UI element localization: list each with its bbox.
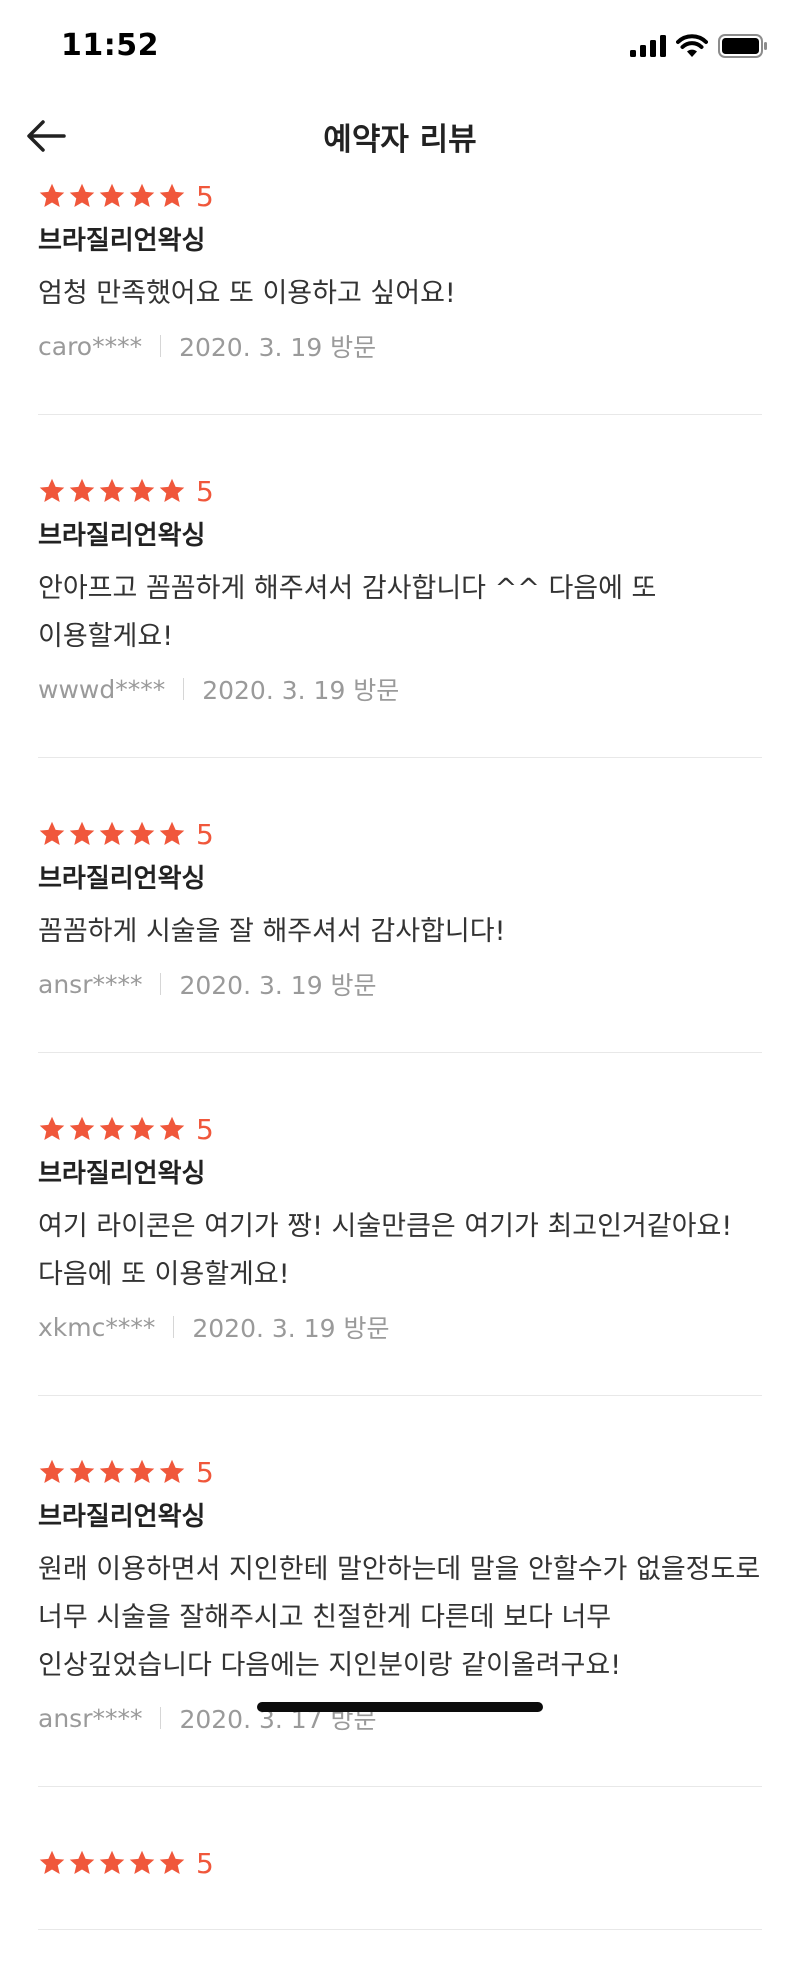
review-item: 5 브라질리언왁싱 여기 라이콘은 여기가 짱! 시술만큼은 여기가 최고인거같…	[0, 1103, 800, 1396]
star-icon	[159, 1459, 185, 1483]
reviewer-id: caro****	[38, 331, 143, 361]
star-icon	[39, 1116, 65, 1140]
home-indicator[interactable]	[257, 1702, 543, 1712]
meta-divider	[160, 1707, 162, 1729]
rating-row: 5	[38, 473, 762, 509]
star-icon	[99, 1459, 125, 1483]
review-item: 5	[0, 1837, 800, 1930]
star-icon	[99, 821, 125, 845]
visit-date: 2020. 3. 19 방문	[179, 971, 377, 1000]
header: 예약자 리뷰	[0, 96, 800, 180]
star-icon	[99, 478, 125, 502]
rating-value: 5	[196, 817, 214, 851]
star-icon	[129, 821, 155, 845]
wifi-icon	[676, 34, 708, 57]
review-item: 5 브라질리언왁싱 꼼꼼하게 시술을 잘 해주셔서 감사합니다! ansr***…	[0, 808, 800, 1053]
rating-row: 5	[38, 178, 762, 214]
star-icon	[69, 1116, 95, 1140]
star-icon	[69, 183, 95, 207]
star-icon	[39, 821, 65, 845]
page-title: 예약자 리뷰	[323, 122, 477, 158]
status-time: 11:52	[61, 28, 159, 63]
meta-divider	[160, 973, 162, 995]
star-icon	[99, 183, 125, 207]
service-name: 브라질리언왁싱	[38, 864, 206, 894]
review-text: 원래 이용하면서 지인한테 말안하는데 말을 안할수가 없을정도로 너무 시술을…	[38, 1554, 761, 1681]
review-meta: caro**** 2020. 3. 19 방문	[38, 326, 762, 366]
meta-divider	[183, 678, 185, 700]
star-icon	[159, 183, 185, 207]
review-meta: xkmc**** 2020. 3. 19 방문	[38, 1307, 762, 1347]
star-icon	[159, 478, 185, 502]
service-name: 브라질리언왁싱	[38, 521, 206, 551]
star-icon	[129, 478, 155, 502]
rating-value: 5	[196, 474, 214, 508]
review-text: 안아프고 꼼꼼하게 해주셔서 감사합니다 ^^ 다음에 또 이용할게요!	[38, 573, 657, 652]
review-meta: wwwd**** 2020. 3. 19 방문	[38, 669, 762, 709]
review-item: 5 브라질리언왁싱 안아프고 꼼꼼하게 해주셔서 감사합니다 ^^ 다음에 또 …	[0, 465, 800, 758]
star-icon	[39, 478, 65, 502]
reviewer-id: xkmc****	[38, 1312, 156, 1342]
rating-value: 5	[196, 1112, 214, 1146]
star-rating	[38, 1458, 186, 1486]
star-icon	[69, 478, 95, 502]
visit-date: 2020. 3. 19 방문	[179, 333, 377, 362]
battery-icon	[718, 34, 767, 58]
rating-row: 5	[38, 1111, 762, 1147]
star-icon	[129, 183, 155, 207]
star-icon	[99, 1116, 125, 1140]
star-icon	[129, 1459, 155, 1483]
star-rating	[38, 820, 186, 848]
status-bar: 11:52	[0, 0, 800, 96]
review-text: 여기 라이콘은 여기가 짱! 시술만큼은 여기가 최고인거같아요! 다음에 또 …	[38, 1211, 733, 1290]
rating-row: 5	[38, 1845, 762, 1881]
meta-divider	[160, 335, 162, 357]
reviewer-id: wwwd****	[38, 674, 166, 704]
service-name: 브라질리언왁싱	[38, 1502, 206, 1532]
star-icon	[69, 821, 95, 845]
status-icons	[630, 34, 768, 58]
star-icon	[129, 1850, 155, 1874]
review-text: 꼼꼼하게 시술을 잘 해주셔서 감사합니다!	[38, 916, 506, 947]
review-text: 엄청 만족했어요 또 이용하고 싶어요!	[38, 278, 456, 309]
star-rating	[38, 1849, 186, 1877]
review-meta: ansr**** 2020. 3. 19 방문	[38, 964, 762, 1004]
star-icon	[69, 1850, 95, 1874]
star-rating	[38, 182, 186, 210]
visit-date: 2020. 3. 19 방문	[202, 676, 400, 705]
meta-divider	[173, 1316, 175, 1338]
star-rating	[38, 1115, 186, 1143]
service-name: 브라질리언왁싱	[38, 226, 206, 256]
reviewer-id: ansr****	[38, 1703, 143, 1733]
review-item: 5 브라질리언왁싱 엄청 만족했어요 또 이용하고 싶어요! caro**** …	[0, 170, 800, 415]
rating-value: 5	[196, 1846, 214, 1880]
visit-date: 2020. 3. 19 방문	[192, 1314, 390, 1343]
star-icon	[39, 1459, 65, 1483]
rating-value: 5	[196, 1455, 214, 1489]
star-icon	[129, 1116, 155, 1140]
star-icon	[159, 821, 185, 845]
rating-row: 5	[38, 816, 762, 852]
star-rating	[38, 477, 186, 505]
star-icon	[159, 1116, 185, 1140]
star-icon	[99, 1850, 125, 1874]
star-icon	[69, 1459, 95, 1483]
cellular-signal-icon	[630, 35, 666, 57]
star-icon	[39, 183, 65, 207]
star-icon	[39, 1850, 65, 1874]
service-name: 브라질리언왁싱	[38, 1159, 206, 1189]
rating-row: 5	[38, 1454, 762, 1490]
reviewer-id: ansr****	[38, 969, 143, 999]
rating-value: 5	[196, 179, 214, 213]
star-icon	[159, 1850, 185, 1874]
review-item: 5 브라질리언왁싱 원래 이용하면서 지인한테 말안하는데 말을 안할수가 없을…	[0, 1446, 800, 1787]
